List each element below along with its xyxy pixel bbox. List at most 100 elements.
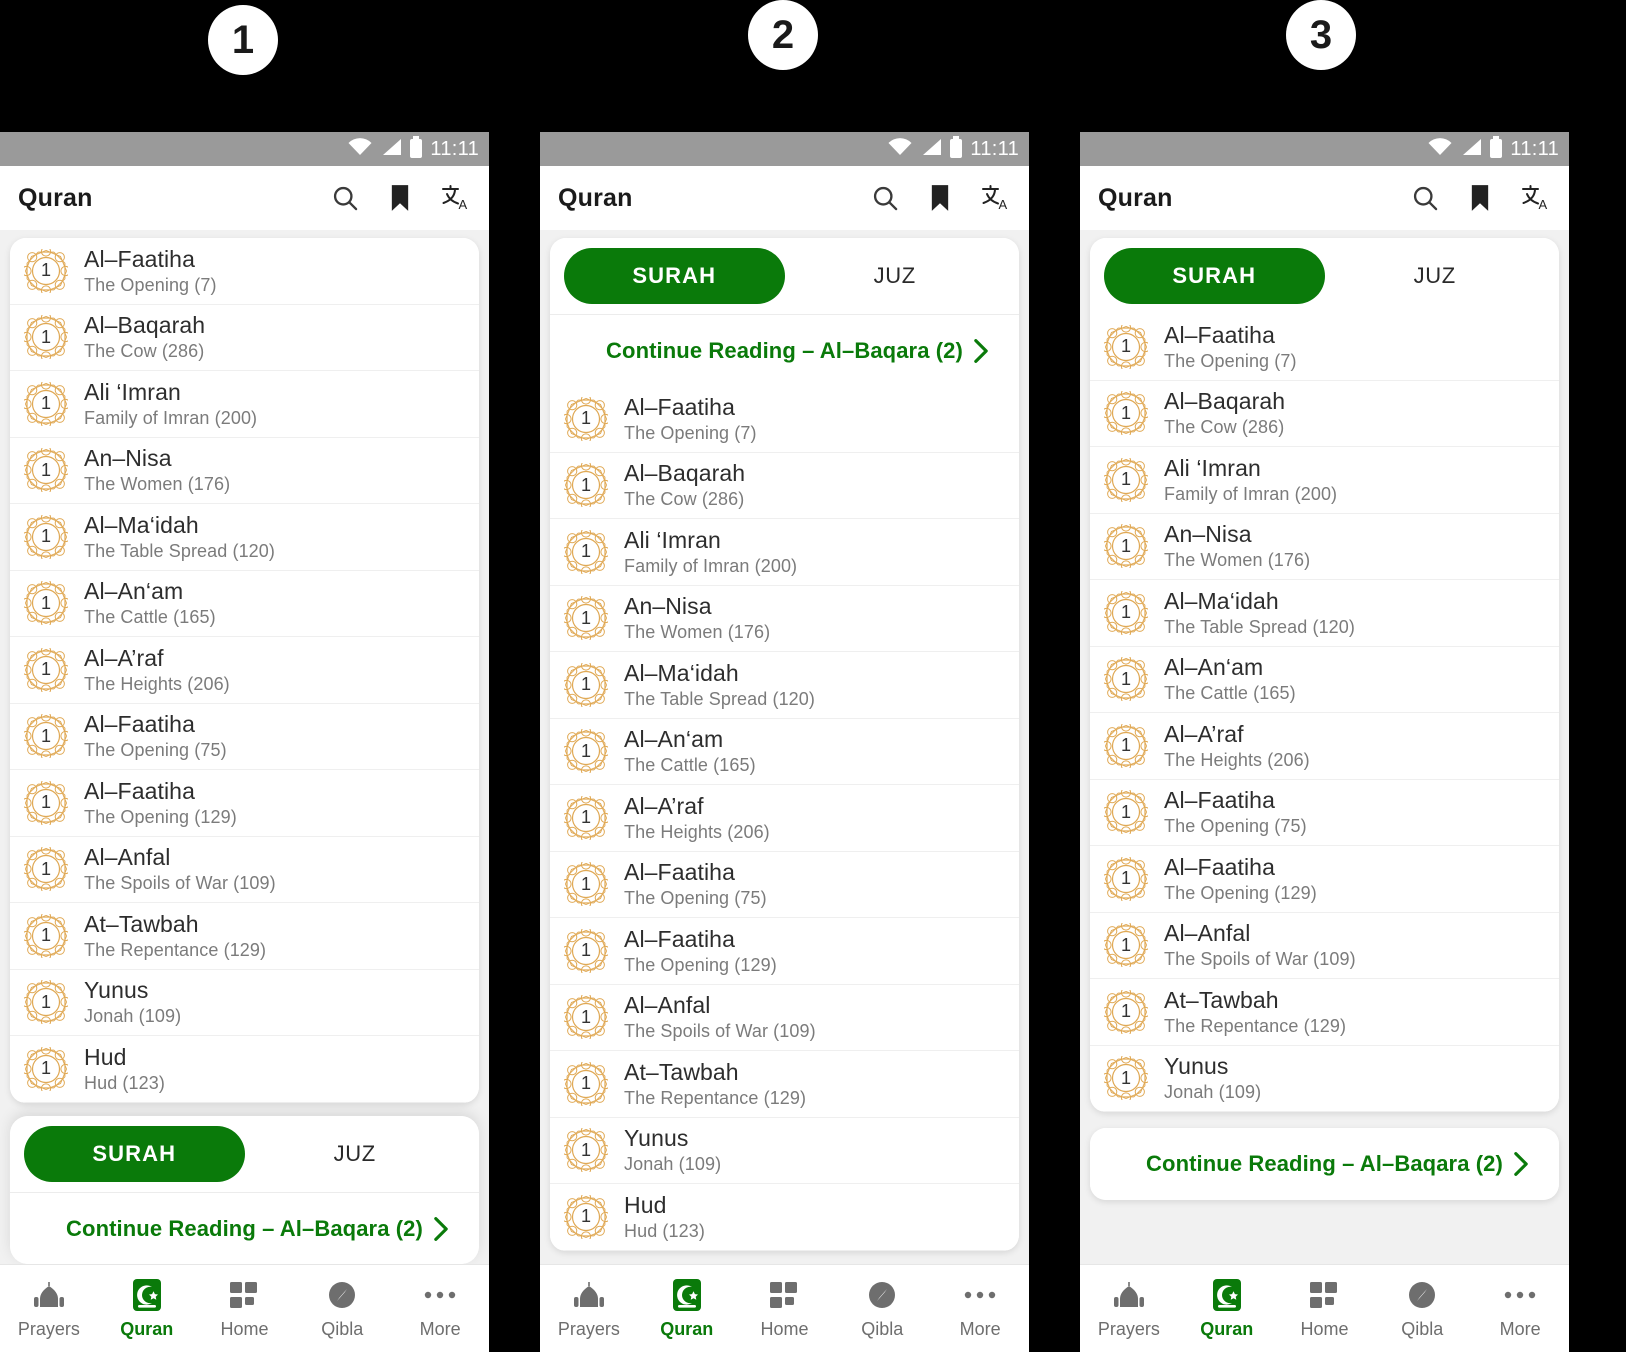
tab-juz[interactable]: JUZ — [1325, 248, 1546, 304]
tab-juz[interactable]: JUZ — [245, 1126, 466, 1182]
surah-list-item[interactable]: 1 Al–Faatiha The Opening (129) — [550, 918, 1019, 985]
page-title: Quran — [18, 183, 93, 212]
surah-list-item[interactable]: 1 Ali ‘Imran Family of Imran (200) — [550, 519, 1019, 586]
continue-reading-button[interactable]: Continue Reading – Al–Baqara (2) — [10, 1192, 479, 1264]
surah-list[interactable]: 1 Al–Faatiha The Opening (7) 1 Al–Baqara… — [1090, 314, 1559, 1112]
phone-screen-3: 11:11 Quran A SURAH JUZ 1 Al–Faatiha The… — [1080, 132, 1569, 1352]
tab-surah[interactable]: SURAH — [1104, 248, 1325, 304]
tab-surah[interactable]: SURAH — [564, 248, 785, 304]
surah-list-item[interactable]: 1 Al–Baqarah The Cow (286) — [550, 453, 1019, 519]
surah-list-item[interactable]: 1 Al–Baqarah The Cow (286) — [10, 305, 479, 371]
nav-item-prayers[interactable]: Prayers — [1080, 1278, 1178, 1340]
surah-name: Ali ‘Imran — [624, 526, 721, 553]
surah-list-item[interactable]: 1 Al–Faatiha The Opening (7) — [10, 238, 479, 305]
surah-list-item[interactable]: 1 Al–Ma‘idah The Table Spread (120) — [1090, 580, 1559, 647]
surah-number: 1 — [40, 459, 51, 480]
surah-list-card: 1 Al–Faatiha The Opening (7) 1 Al–Baqara… — [10, 238, 479, 1103]
surah-subtitle: The Repentance (129) — [1164, 1015, 1347, 1036]
surah-name: Al–Anfal — [624, 992, 711, 1019]
surah-number-badge-icon: 1 — [1104, 1056, 1148, 1101]
surah-list-item[interactable]: 1 Al–An‘am The Cattle (165) — [1090, 647, 1559, 713]
surah-list-item[interactable]: 1 Al–Ma‘idah The Table Spread (120) — [550, 652, 1019, 719]
nav-item-qibla[interactable]: Qibla — [833, 1278, 931, 1340]
surah-list-item[interactable]: 1 Al–An‘am The Cattle (165) — [10, 571, 479, 637]
continue-reading-button[interactable]: Continue Reading – Al–Baqara (2) — [550, 314, 1019, 386]
translate-icon[interactable]: A — [981, 184, 1011, 212]
surah-panel-card: SURAH JUZ Continue Reading – Al–Baqara (… — [550, 238, 1019, 1251]
nav-item-quran[interactable]: Quran — [638, 1278, 736, 1340]
continue-reading-label: Continue Reading – Al–Baqara (2) — [1146, 1151, 1503, 1176]
translate-icon[interactable]: A — [441, 184, 471, 212]
surah-list-item[interactable]: 1 Ali ‘Imran Family of Imran (200) — [1090, 447, 1559, 514]
nav-item-prayers[interactable]: Prayers — [0, 1278, 98, 1340]
surah-list-item[interactable]: 1 Al–A’raf The Heights (206) — [550, 785, 1019, 852]
surah-list-item[interactable]: 1 At–Tawbah The Repentance (129) — [550, 1051, 1019, 1118]
bookmark-icon[interactable] — [389, 184, 411, 212]
nav-item-quran[interactable]: Quran — [98, 1278, 196, 1340]
surah-number-badge-icon: 1 — [1104, 391, 1148, 436]
surah-list-item[interactable]: 1 Al–Faatiha The Opening (75) — [10, 704, 479, 770]
surah-name: Al–Ma‘idah — [1164, 587, 1279, 614]
surah-list-item[interactable]: 1 Al–A’raf The Heights (206) — [1090, 713, 1559, 780]
nav-item-more[interactable]: More — [391, 1278, 489, 1340]
search-icon[interactable] — [331, 184, 359, 212]
surah-list-item[interactable]: 1 Al–An‘am The Cattle (165) — [550, 719, 1019, 785]
translate-icon[interactable]: A — [1521, 184, 1551, 212]
surah-number: 1 — [40, 592, 51, 613]
surah-number-badge-icon: 1 — [564, 1194, 608, 1239]
surah-list-item[interactable]: 1 Al–Ma‘idah The Table Spread (120) — [10, 504, 479, 571]
nav-item-home[interactable]: Home — [736, 1278, 834, 1340]
surah-number: 1 — [580, 674, 591, 695]
surah-list-item[interactable]: 1 At–Tawbah The Repentance (129) — [10, 903, 479, 970]
surah-list-item[interactable]: 1 Yunus Jonah (109) — [10, 970, 479, 1036]
surah-list-item[interactable]: 1 Al–Faatiha The Opening (7) — [550, 386, 1019, 453]
nav-item-home[interactable]: Home — [196, 1278, 294, 1340]
surah-list-item[interactable]: 1 Ali ‘Imran Family of Imran (200) — [10, 371, 479, 438]
surah-name: Yunus — [1164, 1053, 1229, 1080]
surah-list[interactable]: 1 Al–Faatiha The Opening (7) 1 Al–Baqara… — [550, 386, 1019, 1251]
surah-list-item[interactable]: 1 Al–Anfal The Spoils of War (109) — [550, 985, 1019, 1051]
surah-text: Al–An‘am The Cattle (165) — [1164, 654, 1296, 704]
quran-book-icon — [1211, 1278, 1243, 1312]
surah-list-item[interactable]: 1 At–Tawbah The Repentance (129) — [1090, 979, 1559, 1046]
nav-item-qibla[interactable]: Qibla — [1373, 1278, 1471, 1340]
surah-subtitle: The Cattle (165) — [624, 755, 756, 776]
nav-item-home[interactable]: Home — [1276, 1278, 1374, 1340]
surah-list-item[interactable]: 1 An–Nisa The Women (176) — [550, 586, 1019, 652]
nav-item-more[interactable]: More — [931, 1278, 1029, 1340]
surah-number: 1 — [580, 607, 591, 628]
surah-list-item[interactable]: 1 Al–Faatiha The Opening (129) — [1090, 846, 1559, 913]
surah-list-item[interactable]: 1 Yunus Jonah (109) — [550, 1118, 1019, 1184]
bookmark-icon[interactable] — [929, 184, 951, 212]
surah-number-badge-icon: 1 — [564, 729, 608, 774]
nav-item-quran[interactable]: Quran — [1178, 1278, 1276, 1340]
search-icon[interactable] — [871, 184, 899, 212]
surah-list-item[interactable]: 1 Al–Anfal The Spoils of War (109) — [1090, 913, 1559, 979]
surah-list-item[interactable]: 1 Al–Baqarah The Cow (286) — [1090, 381, 1559, 447]
surah-list-item[interactable]: 1 Yunus Jonah (109) — [1090, 1046, 1559, 1112]
surah-list-item[interactable]: 1 Al–Faatiha The Opening (7) — [1090, 314, 1559, 381]
search-icon[interactable] — [1411, 184, 1439, 212]
nav-item-more[interactable]: More — [1471, 1278, 1569, 1340]
surah-list-item[interactable]: 1 Al–Faatiha The Opening (129) — [10, 770, 479, 837]
bookmark-icon[interactable] — [1469, 184, 1491, 212]
surah-list-item[interactable]: 1 Al–Faatiha The Opening (75) — [1090, 780, 1559, 846]
continue-reading-button[interactable]: Continue Reading – Al–Baqara (2) — [1090, 1128, 1559, 1200]
surah-list[interactable]: 1 Al–Faatiha The Opening (7) 1 Al–Baqara… — [10, 238, 479, 1103]
surah-list-item[interactable]: 1 Al–A’raf The Heights (206) — [10, 637, 479, 704]
surah-text: Al–Anfal The Spoils of War (109) — [624, 992, 816, 1042]
nav-item-prayers[interactable]: Prayers — [540, 1278, 638, 1340]
surah-subtitle: The Repentance (129) — [84, 939, 267, 960]
surah-list-item[interactable]: 1 An–Nisa The Women (176) — [10, 438, 479, 504]
surah-list-item[interactable]: 1 An–Nisa The Women (176) — [1090, 514, 1559, 580]
surah-name: Yunus — [624, 1125, 689, 1152]
surah-list-item[interactable]: 1 Al–Faatiha The Opening (75) — [550, 852, 1019, 918]
surah-list-item[interactable]: 1 Hud Hud (123) — [550, 1184, 1019, 1251]
tab-juz[interactable]: JUZ — [785, 248, 1006, 304]
surah-list-item[interactable]: 1 Al–Anfal The Spoils of War (109) — [10, 837, 479, 903]
quran-book-icon — [671, 1278, 703, 1312]
surah-list-item[interactable]: 1 Hud Hud (123) — [10, 1036, 479, 1103]
surah-number: 1 — [580, 740, 591, 761]
nav-item-qibla[interactable]: Qibla — [293, 1278, 391, 1340]
tab-surah[interactable]: SURAH — [24, 1126, 245, 1182]
